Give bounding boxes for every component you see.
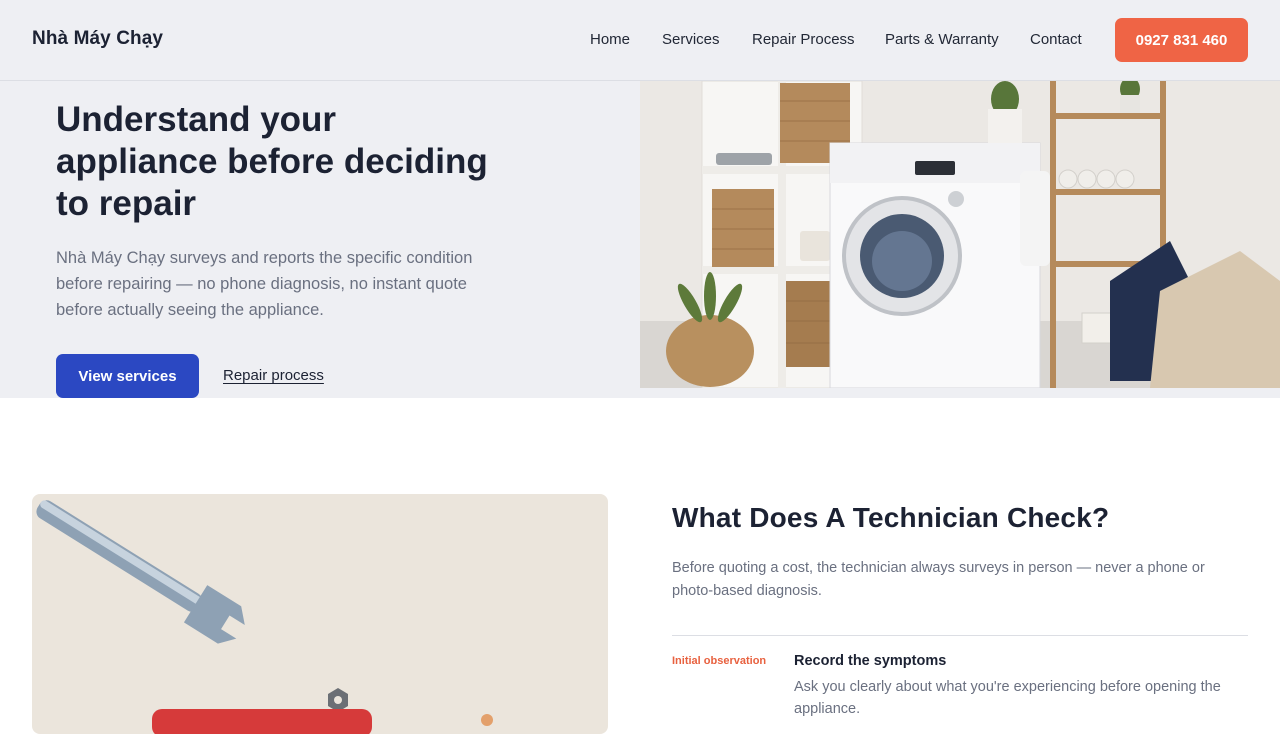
nav-parts-warranty[interactable]: Parts & Warranty (885, 31, 999, 48)
tools-image (32, 494, 608, 734)
technician-check-title: What Does A Technician Check? (672, 502, 1110, 533)
step-title: Record the symptoms (794, 653, 947, 669)
nav-home[interactable]: Home (590, 31, 630, 48)
step-description: Ask you clearly about what you're experi… (794, 679, 1221, 717)
technician-check-description: Before quoting a cost, the technician al… (672, 560, 1205, 599)
brand-logo[interactable]: Nhà Máy Chạy (32, 28, 163, 50)
nav-contact[interactable]: Contact (1030, 31, 1082, 48)
hero-title: Understand your appliance before decidin… (56, 100, 488, 223)
section-divider (672, 635, 1248, 636)
repair-process-link[interactable]: Repair process (223, 367, 324, 384)
view-services-button[interactable]: View services (56, 354, 199, 398)
laundry-room-image (640, 81, 1280, 388)
site-header: Nhà Máy Chạy Home Services Repair Proces… (0, 0, 1280, 81)
nav-services[interactable]: Services (662, 31, 720, 48)
nav-repair-process[interactable]: Repair Process (752, 31, 855, 48)
step-tag: Initial observation (672, 655, 767, 667)
phone-button[interactable]: 0927 831 460 (1115, 18, 1248, 62)
hero-description: Nhà Máy Chạy surveys and reports the spe… (56, 249, 473, 319)
